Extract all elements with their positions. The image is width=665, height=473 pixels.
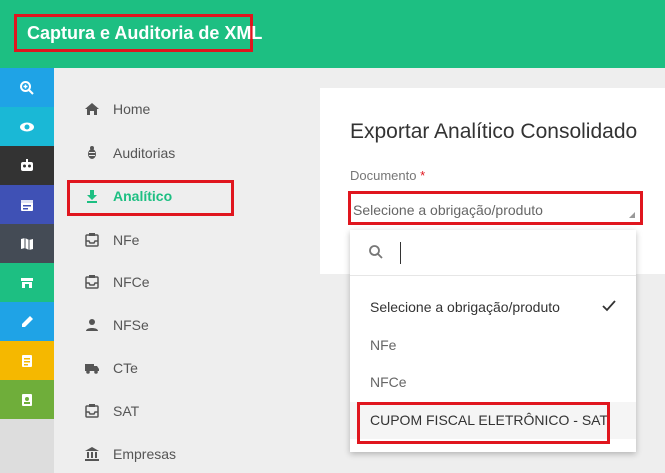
sidebar-item-label: Empresas xyxy=(113,446,177,462)
dropdown-option[interactable]: NFe xyxy=(350,327,636,364)
sidebar-item-label: NFSe xyxy=(113,317,149,333)
sidebar-item-cte[interactable]: CTe xyxy=(84,353,138,383)
document-label-text: Documento xyxy=(350,168,417,183)
rail-calendar-button[interactable] xyxy=(0,185,54,224)
inbox-icon xyxy=(84,274,100,290)
sidebar-item-empresas[interactable]: Empresas xyxy=(84,439,176,469)
option-label: NFCe xyxy=(370,374,407,390)
sidebar-item-label: Analítico xyxy=(113,188,173,204)
option-label: NFe xyxy=(370,337,397,353)
rail-robot-button[interactable] xyxy=(0,146,54,185)
badge-icon xyxy=(22,393,32,406)
sidebar-item-nfe[interactable]: NFe xyxy=(84,225,139,255)
search-icon xyxy=(369,245,383,259)
rail-badge-button[interactable] xyxy=(0,380,54,419)
resize-corner-icon xyxy=(629,212,635,218)
download-icon xyxy=(84,188,100,204)
top-header: Captura e Auditoria de XML xyxy=(0,0,665,68)
dropdown-search-input[interactable] xyxy=(400,242,620,264)
icon-rail xyxy=(0,68,54,473)
required-mark: * xyxy=(420,168,426,183)
sidebar-item-analitico[interactable]: Analítico xyxy=(84,181,172,211)
person-icon xyxy=(84,317,100,333)
bug-icon xyxy=(84,145,100,161)
sidebar-item-label: NFe xyxy=(113,232,140,248)
home-icon xyxy=(84,101,100,117)
sidebar-item-label: NFCe xyxy=(113,274,150,290)
truck-icon xyxy=(84,360,100,376)
inbox-icon xyxy=(84,403,100,419)
sidebar-item-sat[interactable]: SAT xyxy=(84,396,139,426)
map-icon xyxy=(21,237,33,250)
sidebar-item-home[interactable]: Home xyxy=(84,94,150,124)
rail-map-button[interactable] xyxy=(0,224,54,263)
check-icon xyxy=(602,300,616,312)
pencil-icon xyxy=(22,315,33,327)
sidebar-item-label: SAT xyxy=(113,403,140,419)
rail-store-button[interactable] xyxy=(0,263,54,302)
app-title: Captura e Auditoria de XML xyxy=(14,14,262,52)
sidebar-item-nfce[interactable]: NFCe xyxy=(84,267,150,297)
sidebar-item-label: Home xyxy=(113,101,151,117)
bank-icon xyxy=(84,446,100,462)
eye-icon xyxy=(20,122,34,131)
sidebar-item-label: Auditorias xyxy=(113,145,176,161)
dropdown-option[interactable]: Selecione a obrigação/produto xyxy=(350,289,636,326)
sidebar-item-label: CTe xyxy=(113,360,138,376)
rail-edit-button[interactable] xyxy=(0,302,54,341)
document-select[interactable]: Selecione a obrigação/produto xyxy=(348,191,643,225)
select-current-value: Selecione a obrigação/produto xyxy=(353,202,543,218)
robot-icon xyxy=(21,158,33,171)
calendar-icon xyxy=(21,199,33,211)
sidebar-nav: Home Auditorias Analítico NFe NFCe NFSe … xyxy=(54,68,305,473)
rail-eye-button[interactable] xyxy=(0,107,54,146)
rail-receipt-button[interactable] xyxy=(0,341,54,380)
page-title: Exportar Analítico Consolidado xyxy=(350,120,638,143)
option-label: Selecione a obrigação/produto xyxy=(370,299,560,315)
dropdown-search-row xyxy=(350,230,636,276)
store-icon xyxy=(21,277,33,288)
sidebar-item-auditorias[interactable]: Auditorias xyxy=(84,138,175,168)
rail-zoom-button[interactable] xyxy=(0,68,54,107)
zoom-in-icon xyxy=(20,80,34,95)
sidebar-item-nfse[interactable]: NFSe xyxy=(84,310,149,340)
document-field-label: Documento * xyxy=(350,168,425,183)
dropdown-option[interactable]: NFCe xyxy=(350,364,636,401)
option-highlight-box xyxy=(357,402,610,444)
receipt-icon xyxy=(22,354,32,367)
inbox-icon xyxy=(84,232,100,248)
